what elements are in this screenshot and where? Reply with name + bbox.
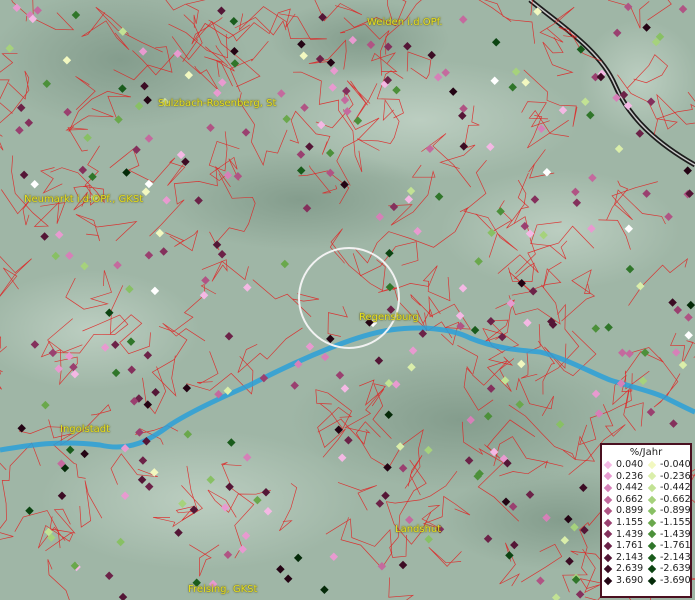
legend-entry-positive: 2.639 [602, 563, 646, 575]
legend-row: 0.236 -0.236 [602, 470, 691, 483]
legend-value: -1.155 [660, 516, 691, 528]
legend-entry-negative: -0.662 [646, 493, 691, 506]
city-label-sulzbach: Sulzbach-Rosenberg, St [158, 98, 277, 109]
legend-entry-positive: 2.143 [602, 552, 646, 564]
legend-value: 0.040 [616, 459, 644, 470]
legend-value: 0.899 [616, 505, 644, 517]
legend-value: -0.899 [660, 505, 691, 517]
legend-entry-positive: 0.899 [602, 505, 646, 517]
legend-swatch [603, 541, 613, 551]
city-label-regensburg: Regensburg [359, 312, 419, 323]
legend-entry-negative: -1.155 [646, 516, 691, 529]
city-label-landshut: Landshut [395, 524, 442, 535]
legend-swatch [603, 472, 613, 481]
legend-swatch [647, 564, 657, 574]
legend-row: 0.899 -0.899 [602, 505, 691, 517]
city-label-freising: Freising, GKSt [188, 584, 258, 595]
legend-entry-positive: 1.439 [602, 529, 646, 541]
city-label-ingolstadt: Ingolstadt [60, 424, 111, 435]
legend-entry-negative: -0.442 [646, 482, 691, 494]
legend-entry-positive: 0.662 [602, 494, 646, 506]
legend-value: -0.442 [660, 482, 691, 494]
legend-row: 1.439 -1.439 [602, 528, 691, 541]
legend-entry-positive: 0.040 [602, 459, 646, 471]
legend-swatch [603, 530, 613, 539]
legend-entry-negative: -0.040 [646, 459, 691, 471]
legend-row: 1.761 -1.761 [602, 540, 691, 552]
legend-swatch [647, 460, 657, 470]
map-canvas [0, 0, 695, 600]
legend-swatch [647, 506, 657, 516]
legend-swatch [647, 553, 657, 562]
legend-entry-positive: 3.690 [602, 575, 646, 587]
legend-rows: 0.040 -0.040 0.236 -0.236 0.442 -0.442 0.662 -0… [602, 459, 691, 587]
legend-value: -1.439 [660, 528, 691, 540]
legend-entry-positive: 1.761 [602, 540, 646, 552]
legend-entry-negative: -2.639 [646, 563, 691, 575]
legend-value: 0.442 [616, 482, 644, 494]
legend-swatch [647, 541, 657, 551]
legend-value: 3.690 [616, 574, 644, 586]
legend-value: 1.155 [616, 516, 644, 528]
legend-row: 2.143 -2.143 [602, 551, 691, 564]
legend-swatch [647, 472, 657, 481]
legend-row: 3.690 -3.690 [602, 574, 691, 587]
legend-title: %/Jahr [629, 447, 663, 458]
legend-value: 0.662 [616, 493, 644, 505]
legend-swatch [647, 518, 657, 528]
city-label-neumarkt: Neumarkt i.d.OPf., GKSt [24, 194, 144, 205]
legend-value: 2.639 [616, 563, 644, 575]
map-view[interactable]: Weiden i.d.OPf. Sulzbach-Rosenberg, St N… [0, 0, 695, 600]
legend-entry-positive: 0.442 [602, 482, 646, 494]
legend-swatch [603, 483, 613, 493]
legend-row: 1.155 -1.155 [602, 516, 691, 529]
legend-value: -2.639 [660, 563, 691, 575]
legend-entry-negative: -2.143 [646, 551, 691, 564]
legend-swatch [647, 530, 657, 539]
legend-value: 1.439 [616, 528, 644, 540]
legend-swatch [603, 564, 613, 574]
legend-value: -3.690 [660, 574, 691, 586]
city-label-weiden: Weiden i.d.OPf. [367, 17, 443, 28]
legend-value: 0.236 [616, 470, 644, 482]
legend-row: 2.639 -2.639 [602, 563, 691, 575]
legend-swatch [647, 576, 657, 585]
map-legend: %/Jahr 0.040 -0.040 0.236 -0.236 0.442 -0.442… [600, 443, 692, 598]
legend-swatch [647, 495, 657, 504]
legend-entry-positive: 1.155 [602, 517, 646, 529]
legend-value: -0.040 [660, 459, 691, 470]
legend-entry-negative: -0.236 [646, 470, 691, 483]
legend-value: 1.761 [616, 540, 644, 552]
legend-swatch [603, 460, 613, 470]
legend-value: -2.143 [660, 551, 691, 563]
legend-swatch [603, 576, 613, 585]
legend-entry-positive: 0.236 [602, 471, 646, 483]
legend-row: 0.442 -0.442 [602, 482, 691, 494]
legend-entry-negative: -1.761 [646, 540, 691, 552]
legend-entry-negative: -3.690 [646, 574, 691, 587]
legend-value: -1.761 [660, 540, 691, 552]
legend-row: 0.040 -0.040 [602, 459, 691, 471]
legend-swatch [603, 506, 613, 516]
legend-swatch [603, 553, 613, 562]
legend-swatch [603, 518, 613, 528]
legend-entry-negative: -1.439 [646, 528, 691, 541]
legend-swatch [603, 495, 613, 504]
legend-value: -0.236 [660, 470, 691, 482]
legend-entry-negative: -0.899 [646, 505, 691, 517]
legend-value: -0.662 [660, 493, 691, 505]
legend-row: 0.662 -0.662 [602, 493, 691, 506]
legend-swatch [647, 483, 657, 493]
legend-value: 2.143 [616, 551, 644, 563]
